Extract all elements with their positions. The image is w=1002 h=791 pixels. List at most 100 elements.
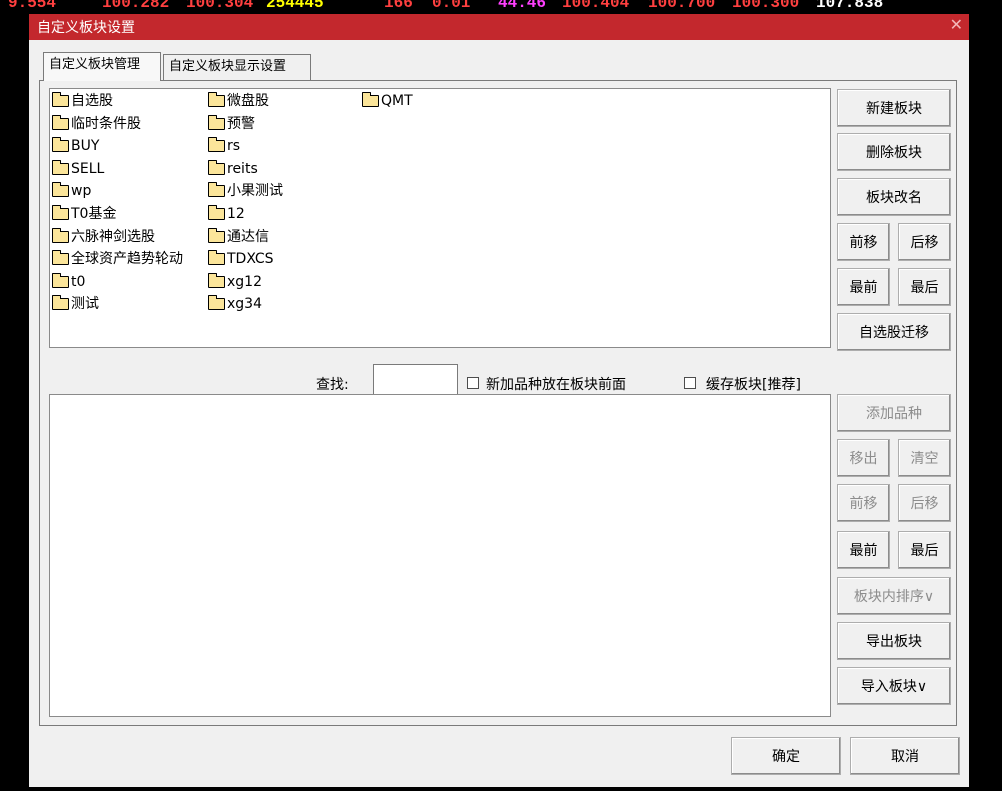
ticker-value: 44.46: [498, 0, 547, 12]
close-icon[interactable]: ✕: [950, 15, 963, 34]
block-name: 全球资产趋势轮动: [71, 251, 183, 268]
block-list-item[interactable]: t0: [52, 271, 85, 293]
folder-icon: [52, 295, 69, 311]
block-list-item[interactable]: 临时条件股: [52, 113, 141, 135]
block-list-item[interactable]: 预警: [208, 113, 255, 135]
block-name: 微盘股: [227, 93, 269, 109]
ticker-value: 166: [384, 0, 413, 12]
block-list[interactable]: 自选股临时条件股 BUY SELL wp T0基金六脉神剑选股全球资产趋势轮动 t0 测试 微…: [49, 88, 831, 348]
block-list-item[interactable]: reits: [208, 158, 258, 180]
folder-icon: [52, 182, 69, 198]
stock-move-up-button[interactable]: 前移: [837, 484, 890, 522]
new-block-button[interactable]: 新建板块: [837, 89, 951, 127]
block-list-item[interactable]: 自选股: [52, 90, 113, 112]
stock-move-first-button[interactable]: 最前: [837, 531, 890, 569]
tab-panel: 自选股临时条件股 BUY SELL wp T0基金六脉神剑选股全球资产趋势轮动 t0 测试 微…: [39, 80, 957, 726]
folder-icon: [52, 272, 69, 288]
ticker-value: 100.404: [562, 0, 630, 12]
cache-block-checkbox[interactable]: [684, 377, 696, 389]
folder-icon: [208, 182, 225, 198]
add-to-front-checkbox[interactable]: [467, 377, 479, 389]
folder-icon: [52, 227, 69, 243]
block-list-item[interactable]: T0基金: [52, 203, 116, 225]
folder-icon: [362, 92, 379, 107]
migrate-watchlist-button[interactable]: 自选股迁移: [837, 313, 951, 351]
block-list-item[interactable]: xg12: [208, 271, 262, 293]
custom-block-settings-dialog: 自定义板块设置 ✕ 自定义板块管理 自定义板块显示设置 自选股临时条件股 BUY S…: [29, 14, 969, 787]
block-name: rs: [227, 138, 241, 155]
clear-stocks-button[interactable]: 清空: [898, 439, 951, 477]
block-name: 预警: [227, 115, 255, 132]
block-name: wp: [71, 183, 92, 200]
block-move-up-button[interactable]: 前移: [837, 223, 890, 261]
block-list-item[interactable]: 测试: [52, 293, 99, 315]
block-name: 小果测试: [227, 183, 283, 200]
remove-stock-button[interactable]: 移出: [837, 439, 890, 477]
ticker-value: 100.700: [648, 0, 716, 12]
block-name: TDXCS: [227, 251, 274, 268]
ticker-value: 100.304: [186, 0, 254, 12]
delete-block-button[interactable]: 删除板块: [837, 133, 951, 171]
stock-move-down-button[interactable]: 后移: [898, 484, 951, 522]
folder-icon: [208, 159, 225, 175]
tab-block-management[interactable]: 自定义板块管理: [43, 52, 161, 81]
ticker-value: 100.300: [732, 0, 800, 12]
block-list-item[interactable]: 全球资产趋势轮动: [52, 248, 183, 270]
export-block-button[interactable]: 导出板块: [837, 622, 951, 660]
dialog-title: 自定义板块设置: [37, 20, 135, 36]
block-name: 自选股: [71, 93, 113, 109]
title-bar[interactable]: 自定义板块设置 ✕: [29, 14, 969, 40]
ticker-value: 254445: [266, 0, 324, 12]
block-list-item[interactable]: 微盘股: [208, 90, 269, 112]
block-list-item[interactable]: wp: [52, 180, 91, 202]
block-move-last-button[interactable]: 最后: [898, 268, 951, 306]
ticker-value: 9.554: [8, 0, 57, 12]
ticker-value: 100.282: [102, 0, 170, 12]
block-name: 六脉神剑选股: [71, 228, 155, 245]
ok-button[interactable]: 确定: [731, 737, 841, 775]
block-name: QMT: [381, 93, 413, 109]
tab-block-display-settings[interactable]: 自定义板块显示设置: [163, 54, 311, 80]
folder-icon: [52, 92, 69, 107]
background-ticker: 9.554 100.282 100.304 254445 166 0.01 44…: [0, 0, 1002, 14]
folder-icon: [208, 272, 225, 288]
folder-icon: [52, 137, 69, 153]
folder-icon: [208, 250, 225, 266]
block-name: reits: [227, 160, 258, 177]
block-move-down-button[interactable]: 后移: [898, 223, 951, 261]
search-label: 查找:: [316, 377, 349, 393]
block-list-item[interactable]: xg34: [208, 293, 262, 315]
block-list-item[interactable]: BUY: [52, 135, 99, 157]
block-name: xg12: [227, 273, 262, 290]
stock-list[interactable]: [49, 394, 831, 717]
folder-icon: [52, 205, 69, 220]
block-move-first-button[interactable]: 最前: [837, 268, 890, 306]
block-list-item[interactable]: 小果测试: [208, 180, 283, 202]
block-name: 12: [227, 206, 245, 222]
rename-block-button[interactable]: 板块改名: [837, 178, 951, 216]
ticker-value: 0.01: [432, 0, 471, 12]
block-list-item[interactable]: SELL: [52, 158, 104, 180]
import-block-button[interactable]: 导入板块∨: [837, 667, 951, 705]
block-name: 通达信: [227, 228, 269, 245]
cancel-button[interactable]: 取消: [850, 737, 960, 775]
block-list-item[interactable]: rs: [208, 135, 240, 157]
folder-icon: [208, 205, 225, 220]
add-stock-button[interactable]: 添加品种: [837, 394, 951, 432]
block-name: SELL: [71, 160, 105, 177]
block-list-item[interactable]: TDXCS: [208, 248, 274, 270]
stock-move-last-button[interactable]: 最后: [898, 531, 951, 569]
block-list-item[interactable]: 12: [208, 203, 245, 225]
folder-icon: [208, 137, 225, 153]
add-to-front-label: 新加品种放在板块前面: [486, 377, 626, 393]
block-name: 临时条件股: [71, 115, 141, 132]
block-list-item[interactable]: 通达信: [208, 226, 269, 248]
block-name: t0: [71, 273, 86, 290]
sort-in-block-button[interactable]: 板块内排序∨: [837, 577, 951, 615]
folder-icon: [52, 159, 69, 175]
ticker-value: 107.838: [816, 0, 884, 12]
block-list-item[interactable]: 六脉神剑选股: [52, 226, 155, 248]
cache-block-label: 缓存板块[推荐]: [706, 377, 801, 393]
block-name: xg34: [227, 296, 262, 313]
block-list-item[interactable]: QMT: [362, 90, 413, 112]
